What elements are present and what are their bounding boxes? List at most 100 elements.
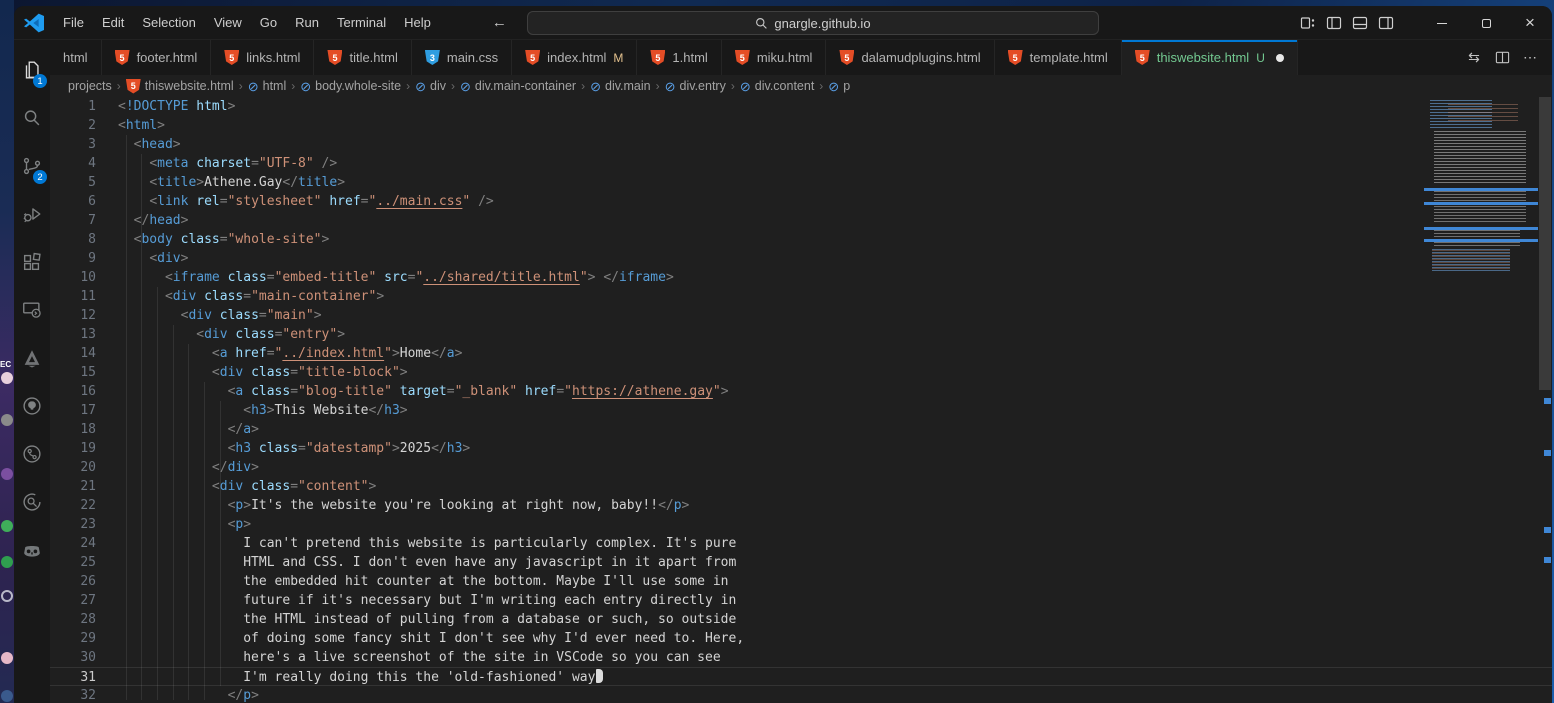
code-line[interactable]: 1<!DOCTYPE html> [50, 97, 1552, 116]
maximize-button[interactable] [1464, 7, 1508, 40]
code-line[interactable]: 23 <p> [50, 515, 1552, 534]
code-line[interactable]: 3 <head> [50, 135, 1552, 154]
line-number[interactable]: 27 [50, 591, 96, 610]
code-line[interactable]: 8 <body class="whole-site"> [50, 230, 1552, 249]
activity-item-extensions[interactable] [14, 238, 50, 286]
code-line[interactable]: 2<html> [50, 116, 1552, 135]
activity-item-source-control[interactable]: 2 [14, 142, 50, 190]
breadcrumb-item-div[interactable]: ⊘div [415, 79, 446, 93]
menu-selection[interactable]: Selection [133, 11, 204, 34]
code-line[interactable]: 6 <link rel="stylesheet" href="../main.c… [50, 192, 1552, 211]
line-number[interactable]: 18 [50, 420, 96, 439]
code-line[interactable]: 11 <div class="main-container"> [50, 287, 1552, 306]
code-line[interactable]: 5 <title>Athene.Gay</title> [50, 173, 1552, 192]
line-number[interactable]: 32 [50, 686, 96, 703]
code-line[interactable]: 18 </a> [50, 420, 1552, 439]
activity-item-gitlens[interactable] [14, 430, 50, 478]
line-number[interactable]: 5 [50, 173, 96, 192]
menu-run[interactable]: Run [286, 11, 328, 34]
code-line[interactable]: 16 <a class="blog-title" target="_blank"… [50, 382, 1552, 401]
code-line[interactable]: 15 <div class="title-block"> [50, 363, 1552, 382]
activity-item-search[interactable] [14, 94, 50, 142]
line-number[interactable]: 28 [50, 610, 96, 629]
code-line[interactable]: 30 here's a live screenshot of the site … [50, 648, 1552, 667]
minimap[interactable] [1424, 97, 1538, 703]
code-line[interactable]: 32 </p> [50, 686, 1552, 703]
breadcrumb-item-projects[interactable]: projects [68, 79, 112, 93]
breadcrumb-item-div.main-container[interactable]: ⊘div.main-container [460, 79, 576, 93]
customize-layout-button[interactable] [1300, 15, 1316, 31]
line-number[interactable]: 20 [50, 458, 96, 477]
tab-main.css[interactable]: 3main.css [412, 40, 512, 75]
code-line[interactable]: 31 I'm really doing this the 'old-fashio… [50, 667, 1552, 686]
code-line[interactable]: 21 <div class="content"> [50, 477, 1552, 496]
line-number[interactable]: 6 [50, 192, 96, 211]
line-number[interactable]: 29 [50, 629, 96, 648]
breadcrumb-item-div.main[interactable]: ⊘div.main [590, 79, 651, 93]
tab-thiswebsite.html[interactable]: 5thiswebsite.htmlU [1122, 40, 1298, 75]
activity-item-triangle-logo[interactable] [14, 334, 50, 382]
line-number[interactable]: 26 [50, 572, 96, 591]
code-line[interactable]: 24 I can't pretend this website is parti… [50, 534, 1552, 553]
code-line[interactable]: 28 the HTML instead of pulling from a da… [50, 610, 1552, 629]
code-line[interactable]: 14 <a href="../index.html">Home</a> [50, 344, 1552, 363]
breadcrumb-item-thiswebsite.html[interactable]: 5thiswebsite.html [126, 79, 234, 94]
activity-item-godot-tools[interactable] [14, 526, 50, 574]
line-number[interactable]: 4 [50, 154, 96, 173]
menu-view[interactable]: View [205, 11, 251, 34]
line-number[interactable]: 9 [50, 249, 96, 268]
tab-dalamudplugins.html[interactable]: 5dalamudplugins.html [826, 40, 994, 75]
menu-edit[interactable]: Edit [93, 11, 133, 34]
vertical-scrollbar[interactable] [1538, 97, 1552, 703]
code-line[interactable]: 22 <p>It's the website you're looking at… [50, 496, 1552, 515]
code-line[interactable]: 9 <div> [50, 249, 1552, 268]
tab-miku.html[interactable]: 5miku.html [722, 40, 827, 75]
code-line[interactable]: 12 <div class="main"> [50, 306, 1552, 325]
breadcrumb-item-p[interactable]: ⊘p [828, 79, 850, 93]
line-number[interactable]: 7 [50, 211, 96, 230]
line-number[interactable]: 3 [50, 135, 96, 154]
tab-index.html[interactable]: 5index.htmlM [512, 40, 637, 75]
line-number[interactable]: 25 [50, 553, 96, 572]
line-number[interactable]: 15 [50, 363, 96, 382]
code-line[interactable]: 4 <meta charset="UTF-8" /> [50, 154, 1552, 173]
activity-item-explorer[interactable]: 1 [14, 46, 50, 94]
code-line[interactable]: 13 <div class="entry"> [50, 325, 1552, 344]
command-center-search[interactable]: gnargle.github.io [527, 11, 1099, 35]
breadcrumb-item-div.content[interactable]: ⊘div.content [740, 79, 814, 93]
tab-1.html[interactable]: 51.html [637, 40, 721, 75]
line-number[interactable]: 16 [50, 382, 96, 401]
menu-terminal[interactable]: Terminal [328, 11, 395, 34]
line-number[interactable]: 22 [50, 496, 96, 515]
toggle-primary-sidebar-button[interactable] [1326, 15, 1342, 31]
breadcrumb-item-html[interactable]: ⊘html [248, 79, 287, 93]
line-number[interactable]: 11 [50, 287, 96, 306]
tab-html[interactable]: html [50, 40, 102, 75]
close-button[interactable]: × [1508, 7, 1552, 40]
menu-go[interactable]: Go [251, 11, 286, 34]
activity-item-commit-search[interactable] [14, 478, 50, 526]
code-line[interactable]: 7 </head> [50, 211, 1552, 230]
nav-back-button[interactable]: ← [492, 14, 507, 31]
more-actions-button[interactable]: ⋯ [1518, 46, 1542, 70]
line-number[interactable]: 21 [50, 477, 96, 496]
line-number[interactable]: 31 [50, 668, 96, 687]
toggle-panel-button[interactable] [1352, 15, 1368, 31]
code-line[interactable]: 26 the embedded hit counter at the botto… [50, 572, 1552, 591]
menu-help[interactable]: Help [395, 11, 440, 34]
activity-item-run-and-debug[interactable] [14, 190, 50, 238]
tab-template.html[interactable]: 5template.html [995, 40, 1122, 75]
tab-title.html[interactable]: 5title.html [314, 40, 411, 75]
line-number[interactable]: 23 [50, 515, 96, 534]
activity-item-github[interactable] [14, 382, 50, 430]
code-line[interactable]: 27 future if it's necessary but I'm writ… [50, 591, 1552, 610]
line-number[interactable]: 30 [50, 648, 96, 667]
menu-file[interactable]: File [54, 11, 93, 34]
open-changes-button[interactable]: ⇆ [1462, 46, 1486, 70]
code-editor[interactable]: 1<!DOCTYPE html>2<html>3 <head>4 <meta c… [50, 97, 1552, 703]
tab-footer.html[interactable]: 5footer.html [102, 40, 212, 75]
minimize-button[interactable] [1420, 7, 1464, 40]
code-line[interactable]: 25 HTML and CSS. I don't even have any j… [50, 553, 1552, 572]
line-number[interactable]: 12 [50, 306, 96, 325]
code-line[interactable]: 17 <h3>This Website</h3> [50, 401, 1552, 420]
